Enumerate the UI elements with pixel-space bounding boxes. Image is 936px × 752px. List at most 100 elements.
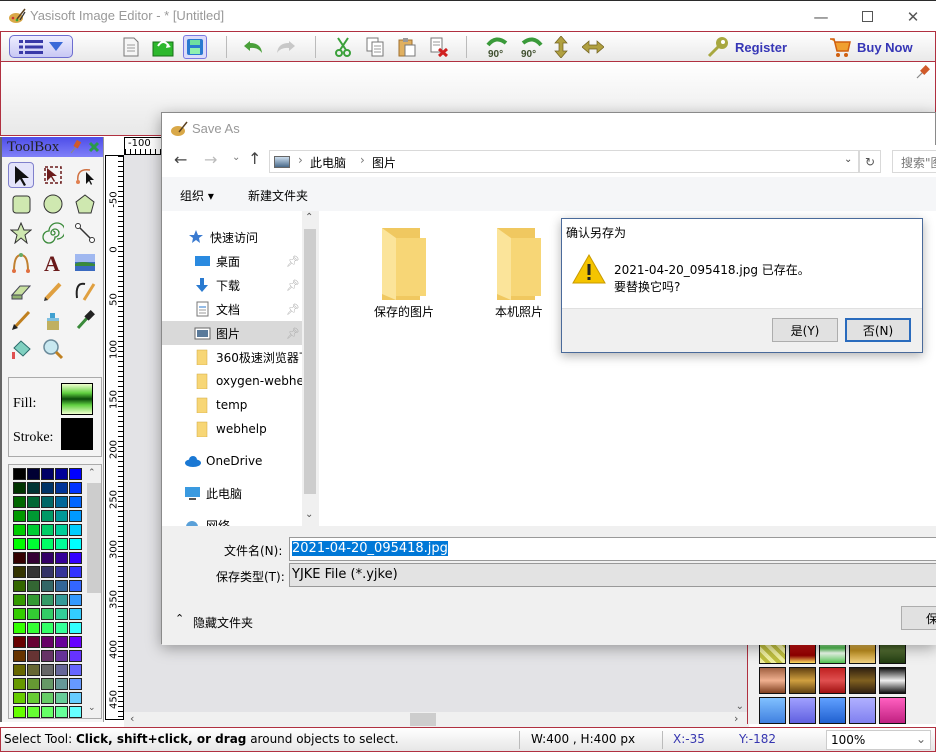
minimize-button[interactable]: — — [798, 1, 844, 32]
palette-swatch[interactable] — [69, 650, 82, 662]
flip-vertical-button[interactable] — [549, 35, 573, 59]
nav-item[interactable]: webhelp — [162, 417, 302, 441]
palette-swatch[interactable] — [55, 552, 68, 564]
palette-swatch[interactable] — [69, 692, 82, 704]
palette-swatch[interactable] — [55, 594, 68, 606]
palette-swatch[interactable] — [27, 566, 40, 578]
palette-swatch[interactable] — [13, 650, 26, 662]
palette-swatch[interactable] — [69, 496, 82, 508]
scroll-thumb[interactable] — [304, 229, 316, 494]
palette-swatch[interactable] — [41, 510, 54, 522]
palette-swatch[interactable] — [55, 580, 68, 592]
delete-button[interactable] — [427, 35, 451, 59]
pin-icon[interactable] — [915, 64, 931, 80]
gradient-swatch[interactable] — [759, 667, 786, 694]
palette-swatch[interactable] — [13, 538, 26, 550]
stroke-color-swatch[interactable] — [61, 418, 93, 450]
nav-item[interactable]: temp — [162, 393, 302, 417]
refresh-button[interactable]: ↻ — [859, 150, 881, 173]
tool-line[interactable] — [72, 220, 98, 246]
palette-swatch[interactable] — [27, 468, 40, 480]
palette-swatch[interactable] — [55, 496, 68, 508]
filetype-select[interactable]: YJKE File (*.yjke) — [289, 563, 936, 587]
breadcrumb-item[interactable]: 图片 — [372, 154, 396, 171]
palette-swatch[interactable] — [27, 622, 40, 634]
palette-swatch[interactable] — [41, 608, 54, 620]
palette-swatch[interactable] — [27, 650, 40, 662]
palette-swatch[interactable] — [27, 482, 40, 494]
palette-swatch[interactable] — [27, 706, 40, 718]
palette-swatch[interactable] — [41, 692, 54, 704]
palette-swatch[interactable] — [55, 510, 68, 522]
nav-item[interactable]: 网络 — [162, 513, 302, 526]
palette-swatch[interactable] — [41, 664, 54, 676]
palette-swatch[interactable] — [27, 524, 40, 536]
palette-swatch[interactable] — [41, 566, 54, 578]
palette-swatch[interactable] — [13, 664, 26, 676]
palette-swatch[interactable] — [13, 524, 26, 536]
palette-swatch[interactable] — [27, 538, 40, 550]
palette-swatch[interactable] — [55, 650, 68, 662]
fill-color-swatch[interactable] — [61, 383, 93, 415]
tool-fill[interactable] — [8, 336, 34, 362]
nav-item[interactable]: 图片 📌︎ — [162, 321, 302, 345]
palette-swatch[interactable] — [13, 622, 26, 634]
save-button[interactable] — [183, 35, 207, 59]
flip-horizontal-button[interactable] — [581, 35, 605, 59]
nav-item[interactable]: OneDrive — [162, 449, 302, 473]
scroll-down-icon[interactable]: ⌄ — [305, 509, 313, 520]
copy-button[interactable] — [363, 35, 387, 59]
palette-swatch[interactable] — [55, 566, 68, 578]
palette-swatch[interactable] — [55, 706, 68, 718]
hide-folders-button[interactable]: 隐藏文件夹 — [193, 614, 253, 631]
undo-button[interactable] — [241, 35, 265, 59]
palette-swatch[interactable] — [55, 482, 68, 494]
tool-dropper[interactable] — [72, 307, 98, 333]
palette-swatch[interactable] — [69, 664, 82, 676]
nav-item[interactable]: oxygen-webhelp — [162, 369, 302, 393]
palette-swatch[interactable] — [55, 636, 68, 648]
palette-swatch[interactable] — [13, 594, 26, 606]
palette-swatch[interactable] — [41, 622, 54, 634]
palette-swatch[interactable] — [41, 482, 54, 494]
nav-item[interactable]: 文档 📌︎ — [162, 297, 302, 321]
palette-swatch[interactable] — [55, 524, 68, 536]
navigation-scrollbar[interactable]: ⌃ ⌄ — [302, 211, 318, 526]
tool-brush[interactable] — [8, 307, 34, 333]
palette-swatch[interactable] — [41, 468, 54, 480]
up-button[interactable]: ↑ — [248, 149, 261, 168]
palette-swatch[interactable] — [69, 636, 82, 648]
tool-ellipse[interactable] — [40, 191, 66, 217]
palette-swatch[interactable] — [27, 664, 40, 676]
scroll-down-icon[interactable]: ⌄ — [88, 703, 96, 713]
palette-swatch[interactable] — [69, 706, 82, 718]
palette-swatch[interactable] — [13, 468, 26, 480]
palette-swatch[interactable] — [41, 650, 54, 662]
palette-swatch[interactable] — [69, 552, 82, 564]
palette-swatch[interactable] — [55, 692, 68, 704]
nav-item[interactable]: 桌面 📌︎ — [162, 249, 302, 273]
palette-swatch[interactable] — [13, 482, 26, 494]
open-button[interactable] — [151, 35, 175, 59]
yes-button[interactable]: 是(Y) — [772, 318, 838, 342]
palette-swatch[interactable] — [13, 496, 26, 508]
nav-item[interactable]: 快速访问 — [162, 225, 302, 249]
tool-spiral[interactable] — [40, 220, 66, 246]
gradient-swatch[interactable] — [759, 697, 786, 724]
gradient-swatch[interactable] — [819, 667, 846, 694]
palette-swatch[interactable] — [69, 678, 82, 690]
folder-item[interactable]: 本机照片 — [469, 226, 569, 320]
palette-swatch[interactable] — [69, 594, 82, 606]
palette-swatch[interactable] — [13, 678, 26, 690]
recent-locations-button[interactable]: ⌄ — [232, 152, 240, 163]
nav-item[interactable]: 360极速浏览器下载 — [162, 345, 302, 369]
scroll-up-icon[interactable]: ⌃ — [88, 468, 96, 478]
palette-swatch[interactable] — [41, 538, 54, 550]
back-button[interactable]: ← — [174, 150, 187, 169]
palette-swatch[interactable] — [41, 594, 54, 606]
palette-swatch[interactable] — [55, 608, 68, 620]
scroll-left-icon[interactable]: ‹ — [130, 712, 134, 725]
buy-now-button[interactable]: Buy Now — [829, 35, 913, 59]
gradient-swatch[interactable] — [879, 697, 906, 724]
palette-swatch[interactable] — [69, 482, 82, 494]
